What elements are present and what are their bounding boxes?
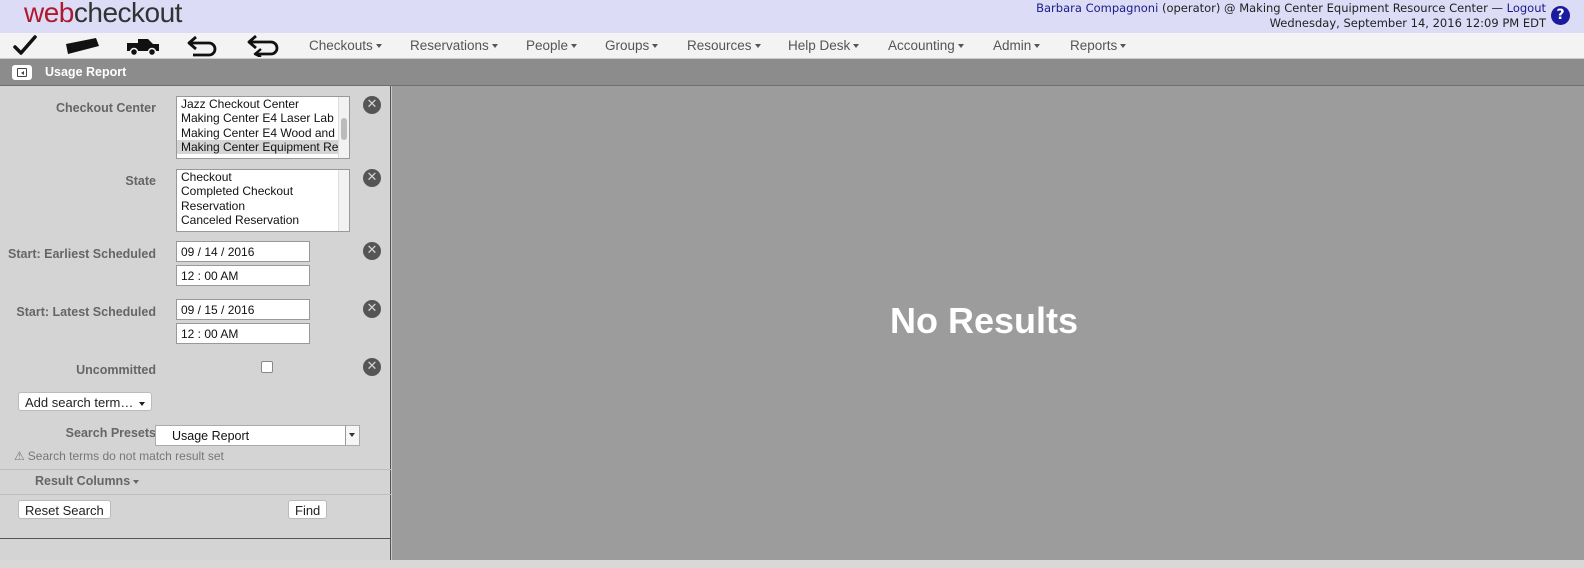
listbox-scrollbar[interactable]: [338, 97, 349, 158]
chevron-down-icon: [491, 44, 498, 49]
bottom-strip: [0, 560, 1584, 568]
main-nav: Checkouts Reservations People Groups Res…: [0, 33, 1584, 59]
start-latest-time-input[interactable]: 12 : 00 AM: [176, 323, 310, 344]
nav-menu-reports[interactable]: Reports: [1070, 38, 1127, 53]
nav-menu-people[interactable]: People: [526, 38, 578, 53]
clear-start-earliest-icon[interactable]: ✕: [363, 242, 381, 260]
start-earliest-date-input[interactable]: 09 / 14 / 2016: [176, 241, 310, 262]
list-option[interactable]: Reservation: [177, 199, 349, 213]
find-button[interactable]: Find: [288, 500, 328, 519]
list-option[interactable]: Checkout: [177, 170, 349, 184]
nav-menu-help-desk[interactable]: Help Desk: [788, 38, 860, 53]
listbox-scrollbar[interactable]: [338, 170, 349, 231]
nav-menu-accounting[interactable]: Accounting: [888, 38, 964, 53]
collapse-panel-icon: [17, 68, 27, 77]
divider: [0, 494, 391, 495]
start-latest-label: Start: Latest Scheduled: [16, 305, 156, 319]
start-earliest-time-input[interactable]: 12 : 00 AM: [176, 265, 310, 286]
user-info: Barbara Compagnoni (operator) @ Making C…: [1036, 1, 1546, 31]
return-arrow-icon[interactable]: [187, 35, 219, 57]
page-title-bar: Usage Report: [0, 59, 1584, 86]
state-listbox[interactable]: Checkout Completed Checkout Reservation …: [176, 169, 350, 232]
page-title: Usage Report: [45, 65, 127, 79]
result-columns-toggle[interactable]: Result Columns: [35, 474, 140, 488]
list-option[interactable]: Completed Checkout: [177, 184, 349, 198]
chevron-down-icon: [1034, 44, 1041, 49]
search-sidebar: Checkout Center Jazz Checkout Center Mak…: [0, 86, 391, 560]
app-header: webcheckout Barbara Compagnoni (operator…: [0, 0, 1584, 33]
checkout-center-listbox[interactable]: Jazz Checkout Center Making Center E4 La…: [176, 96, 350, 159]
swap-arrows-icon[interactable]: [247, 35, 281, 57]
nav-menu-resources[interactable]: Resources: [687, 38, 761, 53]
list-option[interactable]: Making Center E4 Wood and: [177, 126, 349, 140]
search-presets-label: Search Presets: [65, 426, 156, 440]
checkout-center-label: Checkout Center: [55, 101, 156, 115]
truck-icon[interactable]: [126, 35, 160, 57]
chevron-down-icon: [754, 44, 761, 49]
chevron-down-icon: [853, 44, 860, 49]
uncommitted-label: Uncommitted: [76, 363, 156, 377]
user-role-location: (operator) @ Making Center Equipment Res…: [1158, 1, 1507, 15]
clear-checkout-center-icon[interactable]: ✕: [363, 96, 381, 114]
reservation-ticket-icon[interactable]: [62, 35, 100, 57]
search-presets-value: Usage Report: [172, 429, 250, 443]
clear-state-icon[interactable]: ✕: [363, 169, 381, 187]
chevron-down-icon: [133, 479, 140, 484]
scrollbar-thumb[interactable]: [341, 118, 347, 140]
nav-menu-admin[interactable]: Admin: [993, 38, 1041, 53]
clear-start-latest-icon[interactable]: ✕: [363, 300, 381, 318]
results-panel: No Results: [392, 86, 1584, 560]
no-results-message: No Results: [889, 300, 1079, 341]
current-datetime: Wednesday, September 14, 2016 12:09 PM E…: [1269, 16, 1546, 30]
uncommitted-checkbox[interactable]: [261, 361, 273, 373]
chevron-down-icon: [375, 44, 382, 49]
collapse-sidebar-button[interactable]: [12, 65, 32, 80]
list-option[interactable]: Canceled Reservation: [177, 213, 349, 227]
search-presets-select[interactable]: Usage Report: [155, 425, 360, 446]
checkout-check-icon[interactable]: [12, 35, 38, 57]
list-option-selected[interactable]: Making Center Equipment Re: [177, 139, 349, 155]
add-search-term-button[interactable]: Add search term…: [18, 392, 153, 411]
chevron-down-icon: [1120, 44, 1127, 49]
chevron-down-icon: [571, 44, 578, 49]
reset-search-button[interactable]: Reset Search: [18, 500, 111, 519]
clear-uncommitted-icon[interactable]: ✕: [363, 358, 381, 376]
list-option[interactable]: Jazz Checkout Center: [177, 97, 349, 111]
chevron-down-icon: [139, 401, 146, 406]
divider: [0, 538, 391, 539]
help-icon[interactable]: ?: [1551, 6, 1570, 25]
search-mismatch-warning: ⚠ Search terms do not match result set: [14, 449, 224, 463]
warning-triangle-icon: ⚠: [14, 449, 25, 463]
logout-link[interactable]: Logout: [1507, 1, 1546, 15]
user-name-link[interactable]: Barbara Compagnoni: [1036, 1, 1158, 15]
start-earliest-label: Start: Earliest Scheduled: [8, 247, 156, 261]
state-label: State: [125, 174, 156, 188]
nav-menu-reservations[interactable]: Reservations: [410, 38, 498, 53]
nav-menu-checkouts[interactable]: Checkouts: [309, 38, 382, 53]
select-arrow-icon[interactable]: [345, 426, 359, 445]
chevron-down-icon: [957, 44, 964, 49]
nav-menu-groups[interactable]: Groups: [605, 38, 659, 53]
divider: [0, 469, 391, 470]
start-latest-date-input[interactable]: 09 / 15 / 2016: [176, 299, 310, 320]
chevron-down-icon: [652, 44, 659, 49]
webcheckout-logo[interactable]: webcheckout: [24, 0, 182, 29]
list-option[interactable]: Making Center E4 Laser Lab: [177, 111, 349, 125]
